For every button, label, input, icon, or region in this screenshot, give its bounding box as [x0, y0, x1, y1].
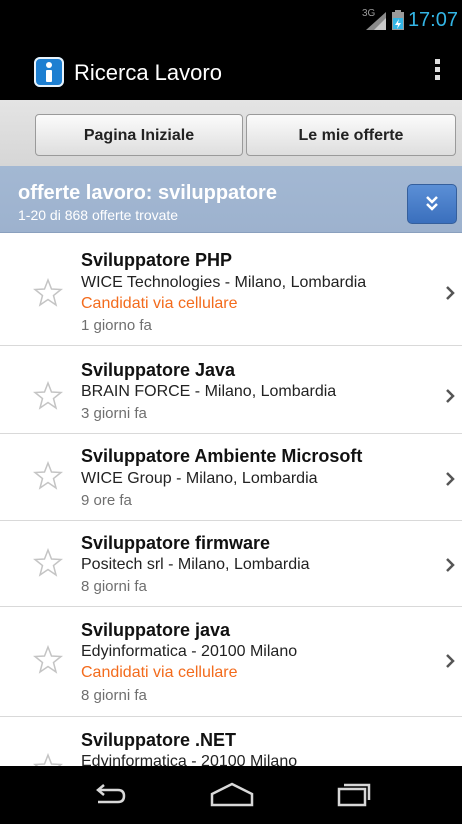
job-title: Sviluppatore Ambiente Microsoft [81, 446, 363, 466]
my-offers-button[interactable]: Le mie offerte [246, 114, 456, 156]
favorite-star-icon[interactable] [33, 381, 63, 411]
navigation-bar [0, 766, 462, 824]
favorite-star-icon[interactable] [33, 278, 63, 308]
job-posted-time: 9 ore fa [81, 492, 132, 509]
job-company: WICE Group - Milano, Lombardia [81, 470, 318, 487]
chevron-right-icon [446, 286, 455, 300]
job-row[interactable]: Sviluppatore java Edyinformatica - 20100… [0, 607, 462, 717]
home-page-button[interactable]: Pagina Iniziale [35, 114, 243, 156]
favorite-star-icon[interactable] [33, 461, 63, 491]
job-title: Sviluppatore PHP [81, 250, 233, 270]
favorite-star-icon[interactable] [33, 645, 63, 675]
status-time: 17:07 [407, 9, 458, 31]
favorite-star-icon[interactable] [33, 548, 63, 578]
job-title: Sviluppatore java [81, 620, 231, 640]
job-title: Sviluppatore Java [81, 360, 236, 380]
chevron-right-icon [446, 389, 455, 403]
job-posted-time: 8 giorni fa [81, 578, 147, 595]
job-title: Sviluppatore .NET [81, 730, 237, 750]
recent-apps-icon[interactable] [333, 780, 373, 810]
apply-mobile-label: Candidati via cellulare [81, 664, 238, 681]
info-icon[interactable] [34, 57, 64, 87]
chevron-right-icon [446, 472, 455, 486]
job-row[interactable]: Sviluppatore firmware Positech srl - Mil… [0, 521, 462, 607]
back-icon[interactable] [90, 781, 130, 811]
job-title: Sviluppatore firmware [81, 533, 271, 553]
apply-mobile-label: Candidati via cellulare [81, 295, 238, 312]
job-posted-time: 1 giorno fa [81, 317, 152, 334]
job-posted-time: 3 giorni fa [81, 405, 147, 422]
search-title: offerte lavoro: sviluppatore [18, 182, 277, 204]
signal-icon: 3G [362, 8, 388, 30]
home-icon[interactable] [208, 780, 256, 810]
chevron-right-icon [446, 558, 455, 572]
expand-filters-button[interactable] [407, 184, 457, 224]
overflow-menu-icon[interactable] [431, 56, 443, 86]
status-bar: 3G 17:07 [0, 0, 462, 38]
battery-icon [391, 10, 404, 30]
job-row[interactable]: Sviluppatore Ambiente Microsoft WICE Gro… [0, 434, 462, 521]
job-company: Edyinformatica - 20100 Milano [81, 643, 298, 660]
app-title: Ricerca Lavoro [74, 60, 222, 85]
job-company: BRAIN FORCE - Milano, Lombardia [81, 383, 337, 400]
job-row[interactable]: Sviluppatore PHP WICE Technologies - Mil… [0, 233, 462, 346]
job-company: Positech srl - Milano, Lombardia [81, 556, 310, 573]
chevron-right-icon [446, 654, 455, 668]
job-row[interactable]: Sviluppatore Java BRAIN FORCE - Milano, … [0, 346, 462, 434]
job-posted-time: 8 giorni fa [81, 687, 147, 704]
action-bar [0, 38, 462, 100]
job-list: Sviluppatore PHP WICE Technologies - Mil… [0, 233, 462, 782]
double-chevron-down-icon [426, 196, 438, 211]
results-count: 1-20 di 868 offerte trovate [18, 207, 179, 223]
job-company: WICE Technologies - Milano, Lombardia [81, 274, 367, 291]
